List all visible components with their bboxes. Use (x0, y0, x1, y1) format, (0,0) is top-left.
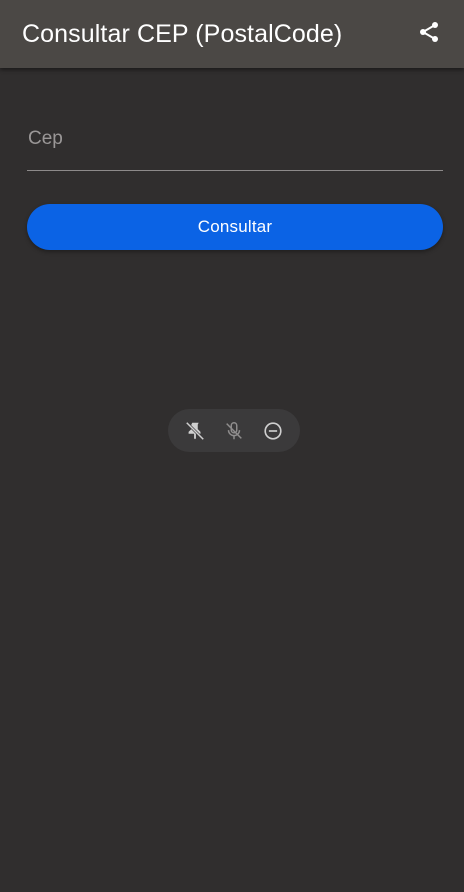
share-icon (420, 22, 438, 42)
cep-underline (27, 170, 443, 171)
pin-off-icon (186, 421, 205, 440)
cep-field (27, 108, 443, 172)
app-bar: Consultar CEP (PostalCode) (0, 0, 464, 68)
cep-input[interactable] (27, 108, 443, 170)
app-screen: Consultar CEP (PostalCode) Consultar (0, 0, 464, 892)
minus-circle-button[interactable] (257, 415, 289, 447)
minus-circle-icon (264, 421, 282, 440)
consultar-button[interactable]: Consultar (27, 204, 443, 250)
pin-off-button[interactable] (179, 415, 211, 447)
floating-toolbar (168, 409, 300, 452)
page-title: Consultar CEP (PostalCode) (22, 19, 343, 48)
mic-off-button[interactable] (218, 415, 250, 447)
share-button[interactable] (414, 17, 444, 47)
mic-off-icon (226, 421, 242, 439)
